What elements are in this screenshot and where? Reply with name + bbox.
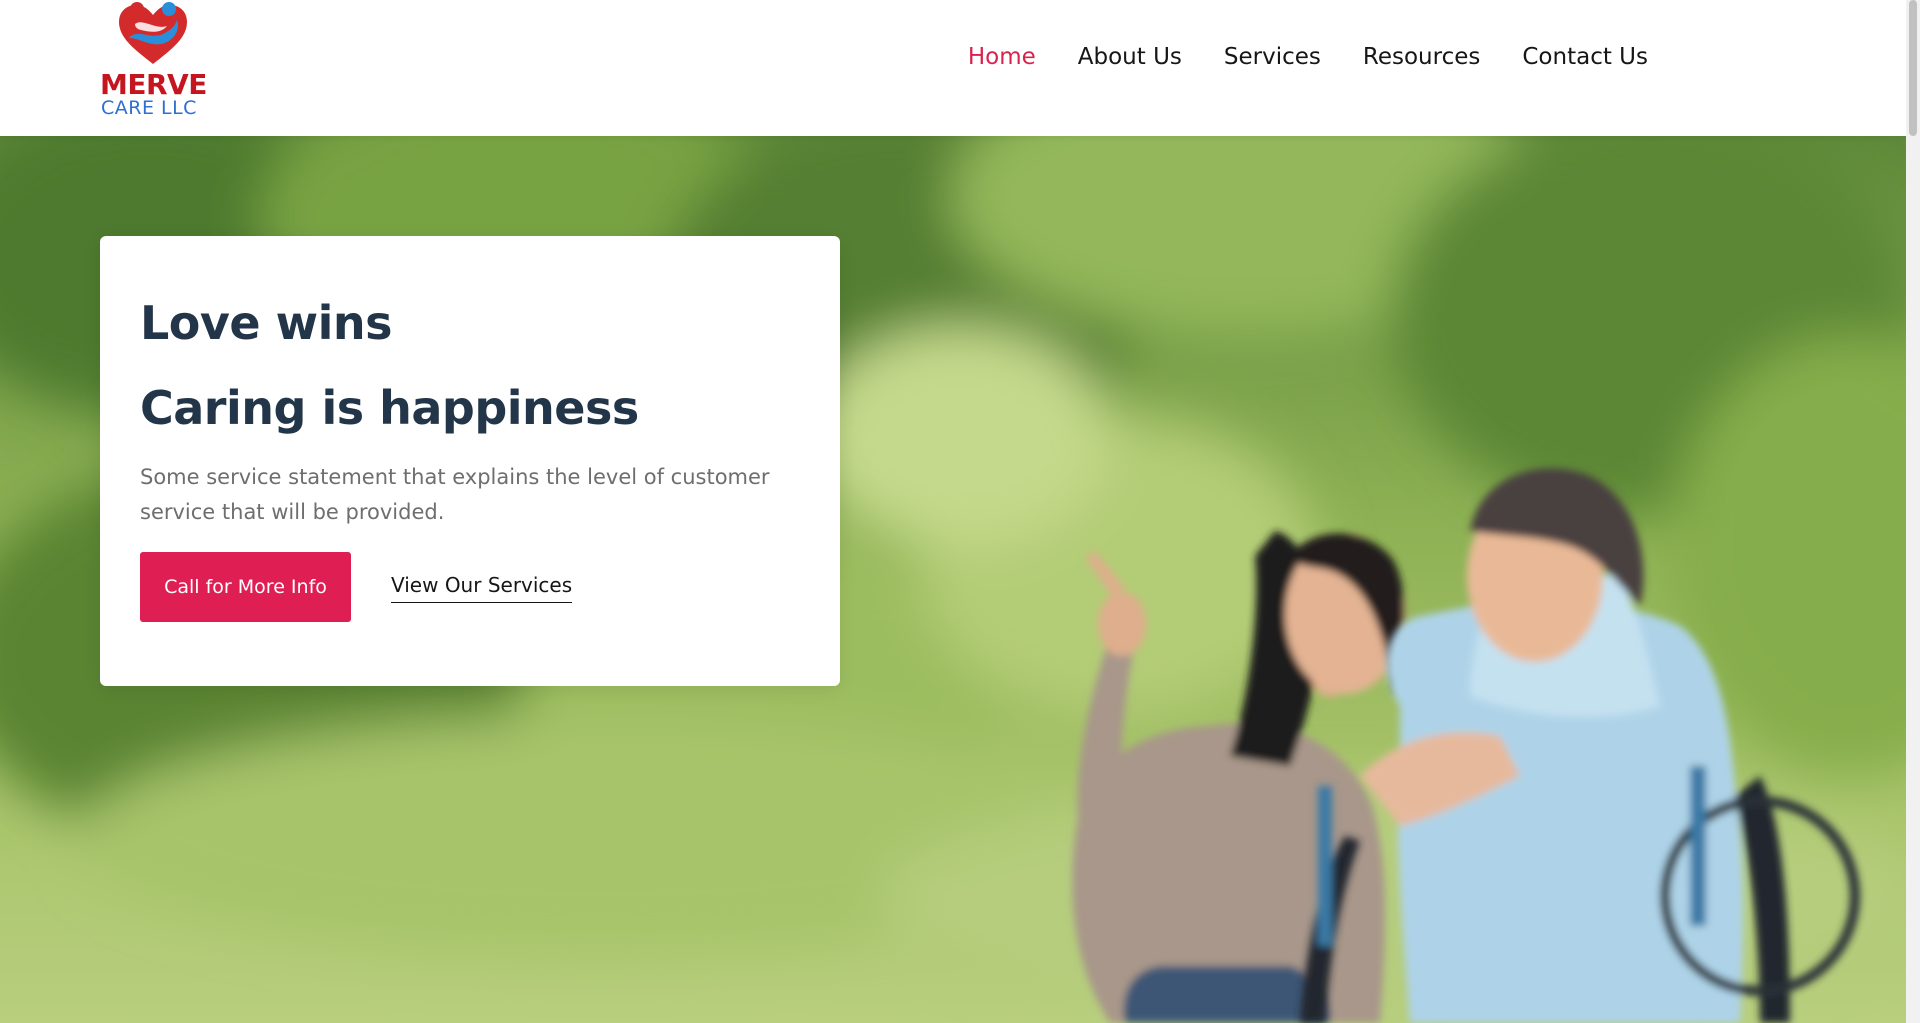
call-for-info-button[interactable]: Call for More Info: [140, 552, 351, 622]
hero-actions: Call for More Info View Our Services: [140, 552, 800, 622]
hero-headline-1: Love wins: [140, 296, 393, 350]
hero-headline-2: Caring is happiness: [140, 381, 639, 435]
hero-card: Love wins Caring is happiness Some servi…: [100, 236, 840, 686]
nav-item-services[interactable]: Services: [1224, 44, 1321, 70]
view-services-link[interactable]: View Our Services: [391, 573, 573, 603]
nav-item-resources[interactable]: Resources: [1363, 44, 1480, 70]
nav-item-about-us[interactable]: About Us: [1078, 44, 1182, 70]
scrollbar-thumb[interactable]: [1909, 0, 1917, 136]
main-nav: Home About Us Services Resources Contact…: [968, 44, 1648, 70]
nav-item-contact-us[interactable]: Contact Us: [1522, 44, 1648, 70]
nav-item-home[interactable]: Home: [968, 44, 1036, 70]
brand-name-secondary: CARE LLC: [101, 97, 197, 119]
page-scrollbar[interactable]: [1906, 0, 1920, 1023]
hero-statement: Some service statement that explains the…: [140, 465, 770, 524]
site-header: MERVE CARE LLC Home About Us Services Re…: [0, 0, 1906, 136]
brand-logo[interactable]: MERVE CARE LLC: [95, 0, 210, 122]
heart-family-icon: [119, 2, 187, 64]
hero-section: Love wins Caring is happiness Some servi…: [0, 136, 1906, 1023]
